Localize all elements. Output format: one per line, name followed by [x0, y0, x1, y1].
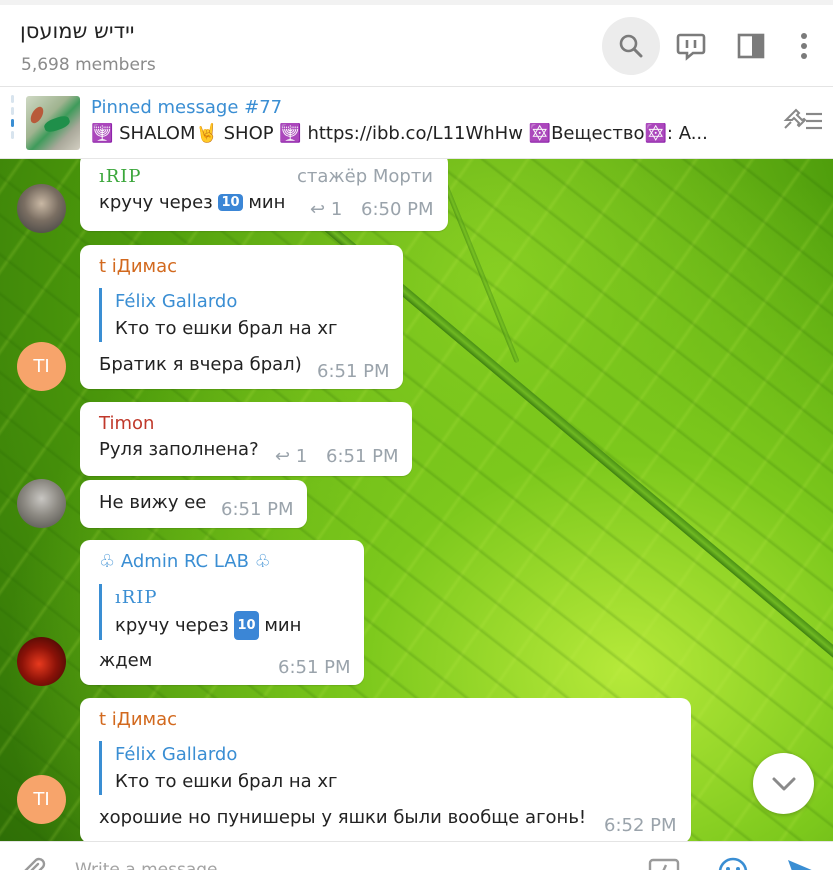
message-bubble[interactable]: Timon Руля заполнена? ↩ 1 6:51 PM [80, 402, 412, 476]
message-sender[interactable]: Timon [99, 413, 154, 434]
chat-title[interactable]: יידיש שמועסן [20, 19, 134, 43]
avatar[interactable]: TI [17, 775, 66, 824]
quote-author: ıRIP [115, 587, 158, 608]
search-button[interactable] [602, 17, 660, 75]
avatar[interactable] [17, 479, 66, 528]
reply-count[interactable]: ↩ 1 [275, 446, 307, 467]
quote-text: Кто то ешки брал на хг [115, 771, 338, 792]
message-time: 6:51 PM [278, 657, 351, 678]
avatar[interactable] [17, 637, 66, 686]
reply-author: ıRIP [99, 166, 142, 187]
message-text: хорошие но пунишеры у яшки были вообще а… [99, 807, 587, 828]
message-bubble[interactable]: ♧ Admin RC LAB ♧ ıRIP кручу через 10 мин… [80, 540, 364, 685]
quoted-message[interactable]: Félix Gallardo Кто то ешки брал на хг [99, 741, 337, 795]
message-bubble[interactable]: Не вижу ее 6:51 PM [80, 480, 307, 528]
sidebar-icon [737, 33, 765, 59]
message-input[interactable]: Write a message... [75, 860, 234, 870]
discussion-button[interactable] [662, 17, 720, 75]
reply-icon: ↩ [310, 199, 326, 220]
bot-command-icon[interactable] [648, 856, 680, 870]
reply-author-name: стажёр Морти [297, 166, 434, 187]
message-time: 6:52 PM [604, 815, 677, 836]
message-text: ждем [99, 650, 153, 671]
message-time: 6:51 PM [326, 446, 399, 467]
scroll-to-bottom-button[interactable] [753, 753, 814, 814]
quoted-message[interactable]: ıRIP кручу через 10 мин [99, 584, 301, 640]
sidebar-toggle-button[interactable] [722, 17, 780, 75]
message-sender[interactable]: t iДимас [99, 709, 177, 730]
quote-text: Кто то ешки брал на хг [115, 318, 338, 339]
reply-icon: ↩ [275, 446, 291, 467]
pinned-position-indicator [11, 95, 14, 151]
pinned-message-bar[interactable]: Pinned message #77 🕎 SHALOM🤘 SHOP 🕎 http… [0, 87, 833, 159]
quote-author: Félix Gallardo [115, 744, 238, 765]
message-time: 6:50 PM [361, 199, 434, 220]
emoji-icon[interactable] [717, 856, 749, 870]
pinned-thumbnail [26, 96, 80, 150]
pinned-text: 🕎 SHALOM🤘 SHOP 🕎 https://ibb.co/L11WhHw … [91, 123, 708, 144]
message-composer: Write a message... [0, 841, 833, 870]
avatar[interactable]: TI [17, 342, 66, 391]
quoted-message[interactable]: Félix Gallardo Кто то ешки брал на хг [99, 288, 337, 342]
search-icon [619, 34, 643, 58]
chat-header: יידיש שמועסן 5,698 members [0, 0, 833, 87]
message-bubble[interactable]: t iДимас Félix Gallardo Кто то ешки брал… [80, 698, 691, 841]
avatar[interactable] [17, 184, 66, 233]
message-text: кручу через 10 мин [99, 192, 286, 213]
unpin-icon [783, 108, 822, 130]
message-text: Руля заполнена? [99, 439, 259, 460]
message-time: 6:51 PM [221, 499, 294, 520]
quote-text: кручу через 10 мин [115, 611, 301, 640]
message-text: Братик я вчера брал) [99, 354, 302, 375]
message-time: 6:51 PM [317, 361, 390, 382]
message-bubble[interactable]: ıRIP стажёр Морти кручу через 10 мин ↩ 1… [80, 159, 448, 231]
more-button[interactable] [775, 17, 833, 75]
reply-count[interactable]: ↩ 1 [310, 199, 342, 220]
unpin-button[interactable] [782, 106, 824, 138]
quote-author: Félix Gallardo [115, 291, 238, 312]
send-icon[interactable] [785, 856, 817, 870]
message-sender[interactable]: ♧ Admin RC LAB ♧ [99, 551, 271, 572]
discussion-icon [676, 33, 706, 61]
member-count: 5,698 members [21, 55, 156, 75]
more-icon [801, 33, 807, 59]
keycap-ten-emoji: 10 [218, 194, 243, 211]
attach-icon[interactable] [18, 856, 48, 870]
message-bubble[interactable]: t iДимас Félix Gallardo Кто то ешки брал… [80, 245, 403, 389]
message-sender[interactable]: t iДимас [99, 256, 177, 277]
keycap-ten-emoji: 10 [234, 611, 259, 640]
message-text: Не вижу ее [99, 492, 207, 513]
message-list[interactable]: ıRIP стажёр Морти кручу через 10 мин ↩ 1… [0, 159, 833, 841]
chevron-down-icon [772, 777, 795, 790]
pinned-title: Pinned message #77 [91, 97, 283, 118]
